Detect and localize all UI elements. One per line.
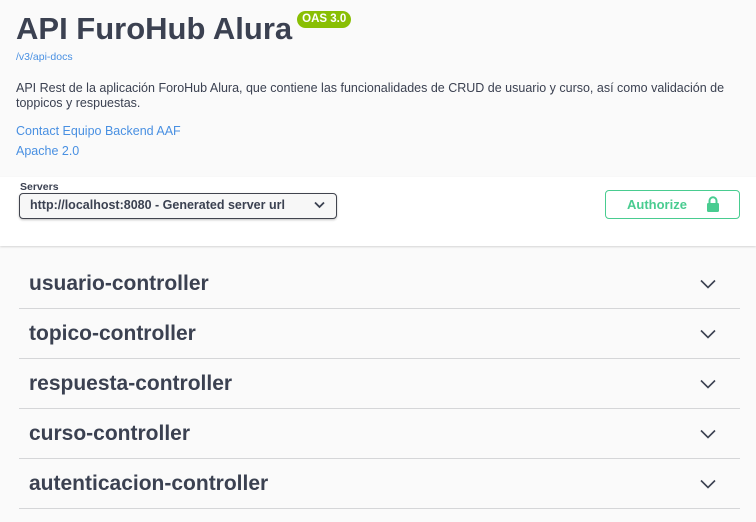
chevron-down-icon[interactable]	[700, 379, 716, 389]
description-line: toppicos y respuestas.	[16, 96, 141, 110]
tag-section-usuario-controller[interactable]: usuario-controller	[19, 259, 740, 309]
license-link[interactable]: Apache 2.0	[16, 144, 79, 158]
tag-name: curso-controller	[29, 421, 191, 445]
api-description: API Rest de la aplicación ForoHub Alura,…	[16, 81, 746, 111]
contact-link[interactable]: Contact Equipo Backend AAF	[16, 124, 181, 138]
scheme-container: Servers http://localhost:8080 - Generate…	[0, 177, 756, 246]
description-line: API Rest de la aplicación ForoHub Alura,…	[16, 81, 725, 95]
tag-name: topico-controller	[29, 321, 196, 345]
tag-section-topico-controller[interactable]: topico-controller	[19, 309, 740, 359]
info-section: API FuroHub Alura OAS 3.0 /v3/api-docs A…	[0, 0, 756, 177]
tag-section-autenticacion-controller[interactable]: autenticacion-controller	[19, 459, 740, 509]
version-badge: OAS 3.0	[297, 11, 352, 28]
authorize-label: Authorize	[627, 197, 687, 212]
tag-section-respuesta-controller[interactable]: respuesta-controller	[19, 359, 740, 409]
tag-name: usuario-controller	[29, 271, 209, 295]
tag-list: usuario-controller topico-controller res…	[19, 259, 740, 509]
chevron-down-icon[interactable]	[700, 429, 716, 439]
chevron-down-icon[interactable]	[700, 279, 716, 289]
tag-name: autenticacion-controller	[29, 471, 269, 495]
tag-name: respuesta-controller	[29, 371, 233, 395]
page-title: API FuroHub Alura	[16, 11, 293, 46]
authorize-button[interactable]: Authorize	[605, 190, 740, 219]
server-select-value: http://localhost:8080 - Generated server…	[30, 198, 285, 212]
servers-label: Servers	[20, 181, 59, 193]
chevron-down-icon	[314, 201, 325, 209]
tag-section-curso-controller[interactable]: curso-controller	[19, 409, 740, 459]
chevron-down-icon[interactable]	[700, 329, 716, 339]
api-docs-link[interactable]: /v3/api-docs	[16, 51, 73, 63]
lock-icon	[707, 196, 719, 212]
server-select[interactable]: http://localhost:8080 - Generated server…	[19, 193, 337, 219]
title-row: API FuroHub Alura OAS 3.0	[16, 10, 352, 48]
chevron-down-icon[interactable]	[700, 479, 716, 489]
